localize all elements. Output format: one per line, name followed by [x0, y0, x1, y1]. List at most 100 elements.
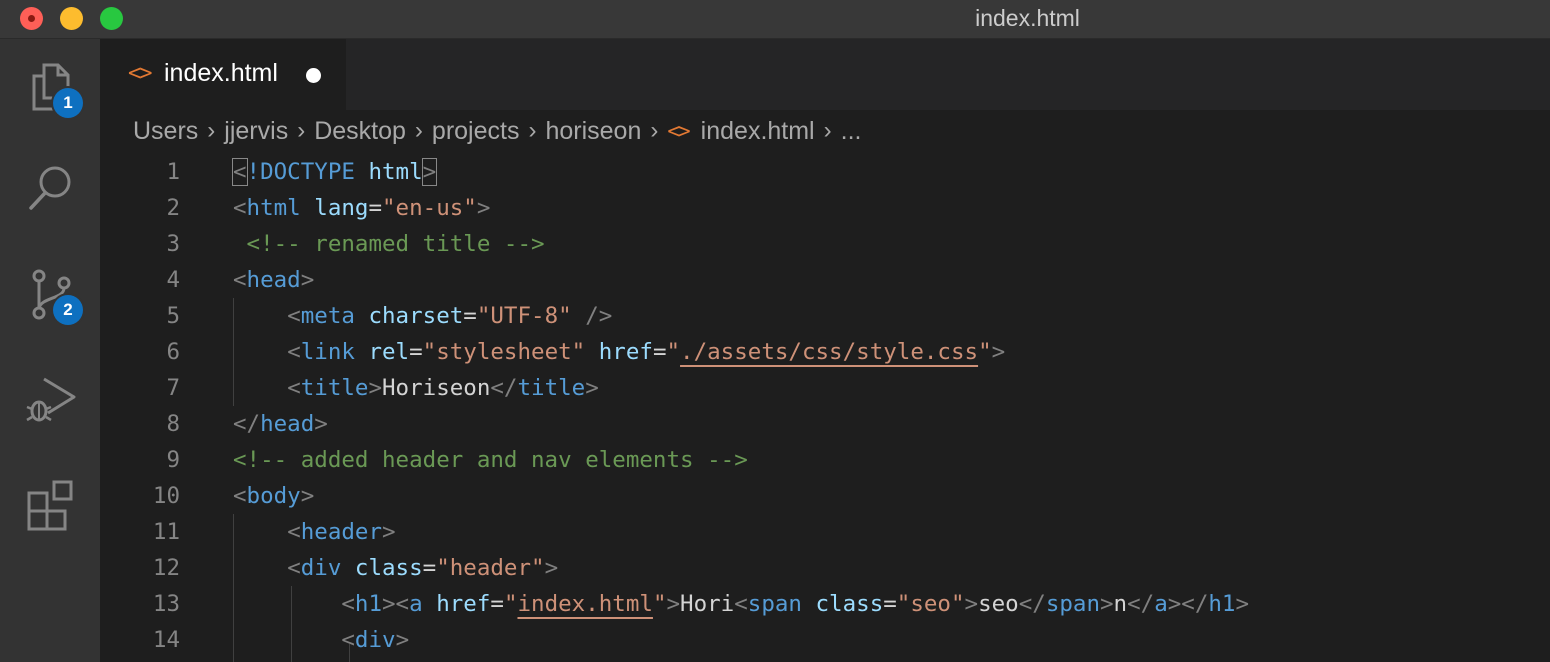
code-text[interactable]: <meta charset="UTF-8" />: [233, 298, 612, 334]
code-token: <: [233, 195, 247, 221]
code-text[interactable]: <head>: [233, 262, 314, 298]
breadcrumb-more[interactable]: ...: [841, 117, 862, 146]
code-link[interactable]: ./assets/css/style.css: [680, 339, 978, 365]
code-token: seo: [978, 591, 1019, 617]
activity-source-control[interactable]: 2: [24, 267, 83, 325]
code-token: "seo": [896, 591, 965, 617]
code-line[interactable]: 5 <meta charset="UTF-8" />: [100, 298, 1550, 334]
minimize-window-button[interactable]: [60, 7, 83, 30]
code-token: <!-- renamed title -->: [246, 231, 545, 257]
code-text[interactable]: <div>: [233, 622, 409, 658]
code-text[interactable]: <h1><a href="index.html">Hori<span class…: [233, 586, 1249, 622]
activity-explorer[interactable]: 1: [24, 60, 83, 118]
breadcrumb-file[interactable]: index.html: [701, 117, 815, 146]
code-token: class: [815, 591, 884, 617]
code-line[interactable]: 11 <header>: [100, 514, 1550, 550]
code-token: >: [368, 375, 383, 401]
code-line[interactable]: 8 </head>: [100, 406, 1550, 442]
code-text[interactable]: <body>: [233, 478, 314, 514]
code-line[interactable]: 12 <div class="header">: [100, 550, 1550, 586]
code-token: ": [652, 591, 667, 617]
activity-extensions[interactable]: [24, 479, 78, 533]
code-line[interactable]: 9 <!-- added header and nav elements -->: [100, 442, 1550, 478]
line-number: 13: [152, 591, 180, 617]
code-token: lang: [314, 195, 369, 221]
code-text[interactable]: <html lang="en-us">: [233, 190, 490, 226]
code-token: >: [1100, 591, 1114, 617]
breadcrumb-item[interactable]: horiseon: [545, 117, 641, 146]
breadcrumb-item[interactable]: Desktop: [314, 117, 406, 146]
html-file-icon: <>: [667, 119, 690, 144]
window-title: index.html: [975, 5, 1080, 31]
breadcrumb-item[interactable]: projects: [432, 117, 520, 146]
html-file-icon: <>: [128, 61, 152, 86]
code-token: =: [652, 339, 667, 365]
code-text[interactable]: <div class="header">: [233, 550, 558, 586]
code-line[interactable]: 13 <h1><a href="index.html">Hori<span cl…: [100, 586, 1550, 622]
explorer-badge: 1: [53, 88, 83, 118]
chevron-right-icon: ›: [823, 117, 832, 145]
line-number: 4: [166, 267, 180, 293]
code-token: "header": [436, 555, 545, 581]
activity-bar: 1 2: [0, 39, 100, 662]
code-text[interactable]: <!-- added header and nav elements -->: [233, 442, 748, 478]
code-text[interactable]: <!-- renamed title -->: [233, 226, 545, 262]
code-line[interactable]: 4 <head>: [100, 262, 1550, 298]
code-token: html: [246, 195, 301, 221]
breadcrumb-item[interactable]: jjervis: [224, 117, 288, 146]
code-line[interactable]: 1 <!DOCTYPE html>: [100, 154, 1550, 190]
code-token: </: [233, 411, 261, 437]
close-window-button[interactable]: [20, 7, 43, 30]
code-line[interactable]: 7 <title>Horiseon</title>: [100, 370, 1550, 406]
chevron-right-icon: ›: [207, 117, 216, 145]
activity-search[interactable]: [24, 160, 78, 214]
code-token: title: [300, 375, 369, 401]
code-token: title: [517, 375, 586, 401]
code-token: body: [246, 483, 301, 509]
code-token: a: [409, 591, 423, 617]
code-text[interactable]: <header>: [233, 514, 395, 550]
code-text[interactable]: <!DOCTYPE html>: [232, 154, 438, 190]
activity-run-debug[interactable]: [24, 373, 78, 427]
code-line[interactable]: 10 <body>: [100, 478, 1550, 514]
code-token: div: [300, 555, 342, 581]
code-token: href: [598, 339, 653, 365]
code-token: >: [395, 627, 410, 653]
code-token: >: [1235, 591, 1250, 617]
code-line[interactable]: 3 <!-- renamed title -->: [100, 226, 1550, 262]
code-token: charset: [368, 303, 464, 329]
code-link[interactable]: index.html: [517, 591, 652, 617]
code-token: class: [354, 555, 423, 581]
code-token: =: [463, 303, 477, 329]
breadcrumb-item[interactable]: Users: [133, 117, 198, 146]
zoom-window-button[interactable]: [100, 7, 123, 30]
code-token: div: [354, 627, 396, 653]
code-token: =: [883, 591, 897, 617]
code-token: >: [585, 375, 599, 401]
code-editor[interactable]: 1 <!DOCTYPE html> 2 <html lang="en-us"> 3 <!…: [100, 154, 1550, 662]
code-token: href: [436, 591, 491, 617]
line-number: 5: [166, 303, 180, 329]
code-line[interactable]: 2 <html lang="en-us">: [100, 190, 1550, 226]
code-token: h1: [1208, 591, 1236, 617]
tab-index-html[interactable]: <> index.html: [100, 39, 346, 110]
code-text[interactable]: </head>: [233, 406, 328, 442]
code-text[interactable]: <link rel="stylesheet" href="./assets/cs…: [233, 334, 1005, 370]
code-token: a: [1154, 591, 1168, 617]
code-token: </: [1127, 591, 1155, 617]
code-token: <!-- added header and nav elements -->: [233, 447, 748, 473]
code-line[interactable]: 14 <div>: [100, 622, 1550, 658]
unsaved-changes-dot[interactable]: [306, 68, 321, 83]
code-token: >: [300, 483, 315, 509]
code-text[interactable]: <title>Horiseon</title>: [233, 370, 599, 406]
code-token: <: [341, 591, 355, 617]
code-token: </: [1018, 591, 1046, 617]
code-line[interactable]: 6 <link rel="stylesheet" href="./assets/…: [100, 334, 1550, 370]
